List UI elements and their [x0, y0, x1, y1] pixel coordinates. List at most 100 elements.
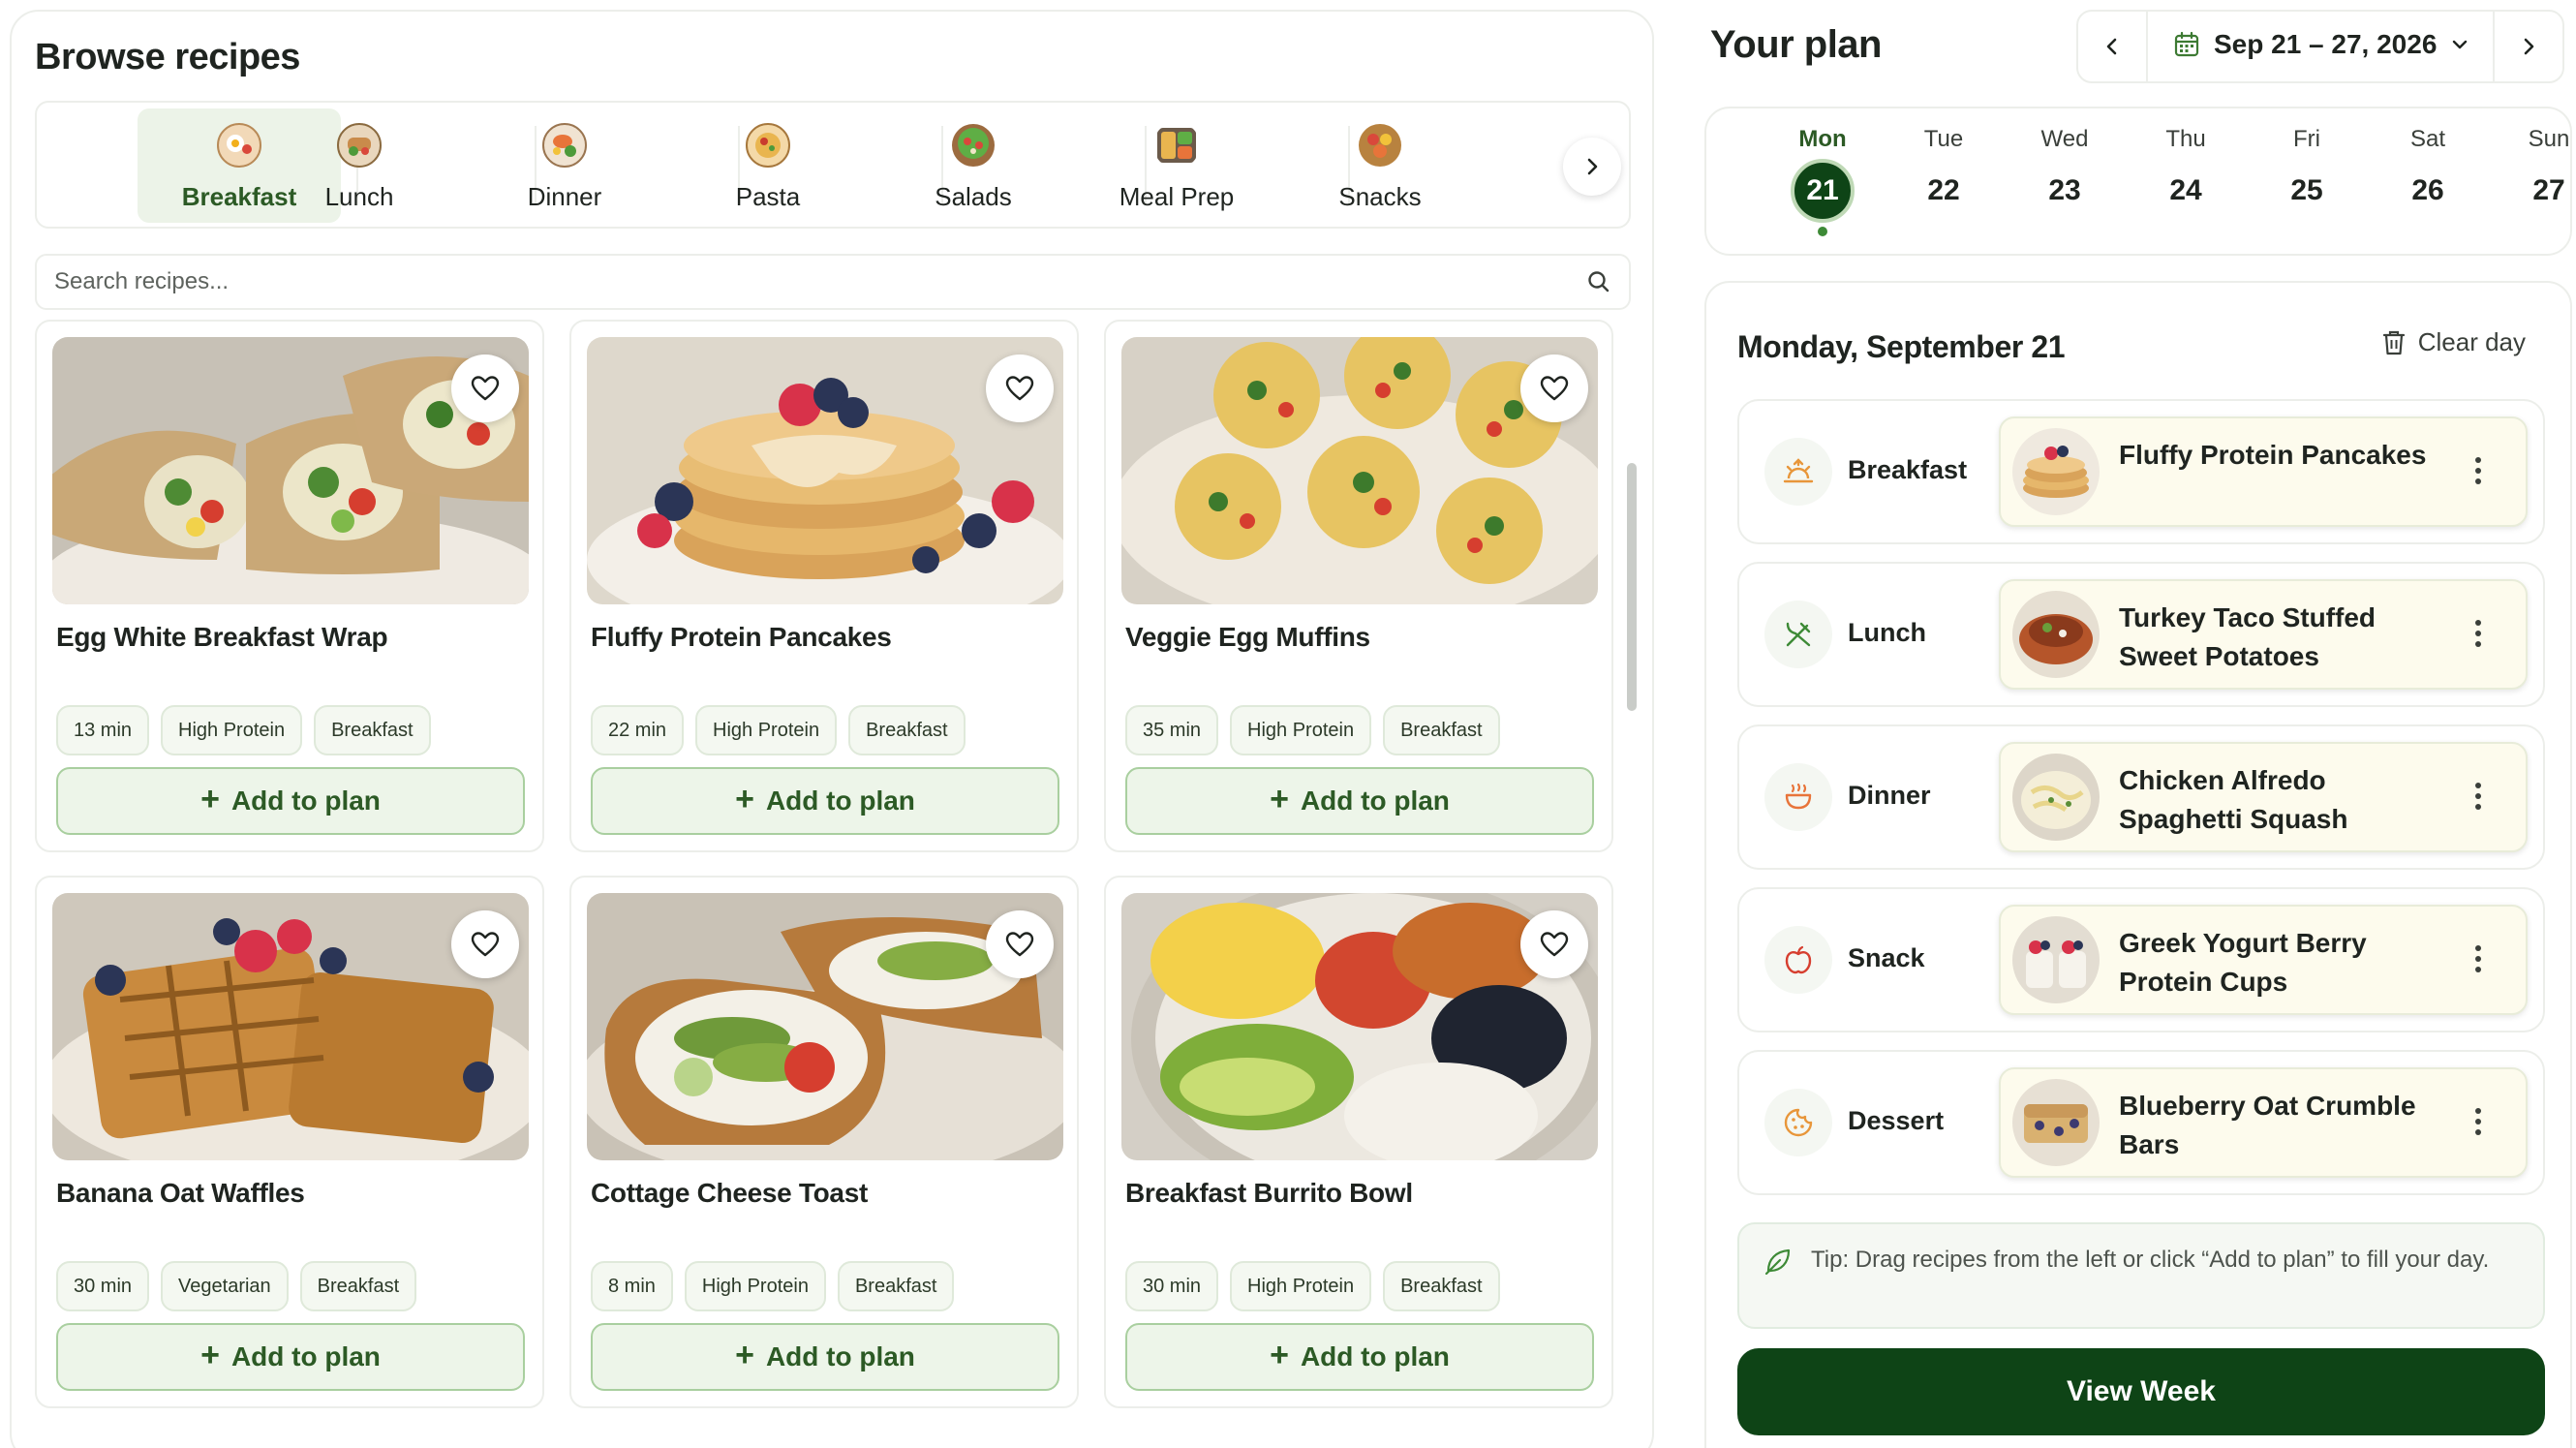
favorite-button[interactable] — [1520, 354, 1588, 422]
meal-slot-snack[interactable]: Snack Greek Yogurt Berry Protein Cups — [1737, 887, 2545, 1032]
add-to-plan-label: Add to plan — [1300, 786, 1450, 816]
heart-icon — [1540, 376, 1569, 401]
recipe-title[interactable]: Breakfast Burrito Bowl — [1125, 1178, 1413, 1209]
planned-recipe-card[interactable]: Blueberry Oat Crumble Bars — [1999, 1067, 2528, 1178]
category-meal-prep[interactable]: Meal Prep — [1075, 108, 1278, 223]
recipe-title[interactable]: Cottage Cheese Toast — [591, 1178, 868, 1209]
recipe-title[interactable]: Egg White Breakfast Wrap — [56, 622, 388, 653]
add-to-plan-button[interactable]: + Add to plan — [1125, 767, 1594, 835]
day-number: 25 — [2290, 174, 2323, 206]
sunrise-icon — [1764, 438, 1832, 506]
diet-tag: High Protein — [1230, 705, 1372, 755]
category-salads[interactable]: Salads — [872, 108, 1075, 223]
apple-icon — [1764, 926, 1832, 994]
salad-bowl-icon — [952, 124, 995, 167]
week-range-dropdown[interactable]: Sep 21 – 27, 2026 — [2173, 29, 2469, 60]
day-thu[interactable]: Thu 24 — [2137, 126, 2234, 223]
recipe-tags: 13 min High Protein Breakfast — [56, 705, 431, 755]
category-dinner[interactable]: Dinner — [463, 108, 666, 223]
recipe-card[interactable]: Veggie Egg Muffins 35 min High Protein B… — [1104, 320, 1613, 852]
time-tag: 35 min — [1125, 705, 1219, 755]
recipe-thumbnail — [2012, 916, 2100, 1003]
plus-icon: + — [200, 781, 220, 817]
plan-title: Your plan — [1710, 23, 1882, 66]
favorite-button[interactable] — [1520, 910, 1588, 978]
day-name: Fri — [2293, 126, 2320, 152]
diet-tag: High Protein — [1230, 1261, 1372, 1311]
recipe-tags: 30 min High Protein Breakfast — [1125, 1261, 1500, 1311]
planned-recipe-name: Blueberry Oat Crumble Bars — [2119, 1091, 2416, 1159]
category-lunch[interactable]: Lunch — [258, 108, 461, 223]
recipe-thumbnail — [2012, 591, 2100, 678]
recipe-card[interactable]: Banana Oat Waffles 30 min Vegetarian Bre… — [35, 876, 544, 1408]
planned-recipe-card[interactable]: Fluffy Protein Pancakes — [1999, 416, 2528, 527]
recipe-thumbnail — [2012, 428, 2100, 515]
heart-icon — [1540, 932, 1569, 957]
day-sat[interactable]: Sat 26 — [2379, 126, 2476, 223]
more-options-icon[interactable] — [2473, 945, 2483, 972]
day-plan-panel: Monday, September 21 Clear day Breakfast… — [1704, 281, 2572, 1448]
pasta-plate-icon — [746, 123, 790, 168]
recipe-title[interactable]: Veggie Egg Muffins — [1125, 622, 1370, 653]
favorite-button[interactable] — [451, 910, 519, 978]
diet-tag: Vegetarian — [161, 1261, 289, 1311]
recipes-scrollbar[interactable] — [1627, 463, 1637, 711]
cookie-icon — [1764, 1089, 1832, 1156]
category-label: Salads — [935, 182, 1012, 211]
more-options-icon[interactable] — [2473, 620, 2483, 647]
meal-slot-dessert[interactable]: Dessert Blueberry Oat Crumble Bars — [1737, 1050, 2545, 1195]
category-tag: Breakfast — [1383, 1261, 1500, 1311]
chevron-right-icon — [1587, 158, 1598, 175]
day-fri[interactable]: Fri 25 — [2258, 126, 2355, 223]
previous-week-button[interactable] — [2078, 12, 2148, 81]
category-snacks[interactable]: Snacks — [1278, 108, 1482, 223]
add-to-plan-button[interactable]: + Add to plan — [591, 1323, 1059, 1391]
more-options-icon[interactable] — [2473, 1108, 2483, 1135]
search-input[interactable] — [54, 256, 1565, 308]
planned-recipe-card[interactable]: Greek Yogurt Berry Protein Cups — [1999, 905, 2528, 1015]
category-pasta[interactable]: Pasta — [666, 108, 870, 223]
search-icon[interactable] — [1586, 269, 1611, 294]
meal-slot-breakfast[interactable]: Breakfast Fluffy Protein Pancakes — [1737, 399, 2545, 544]
planned-recipe-card[interactable]: Chicken Alfredo Spaghetti Squash — [1999, 742, 2528, 852]
meal-slot-dinner[interactable]: Dinner Chicken Alfredo Spaghetti Squash — [1737, 724, 2545, 870]
category-tag: Breakfast — [1383, 705, 1500, 755]
add-to-plan-button[interactable]: + Add to plan — [56, 767, 525, 835]
add-to-plan-button[interactable]: + Add to plan — [591, 767, 1059, 835]
add-to-plan-button[interactable]: + Add to plan — [56, 1323, 525, 1391]
favorite-button[interactable] — [986, 354, 1054, 422]
more-options-icon[interactable] — [2473, 783, 2483, 810]
favorite-button[interactable] — [451, 354, 519, 422]
add-to-plan-button[interactable]: + Add to plan — [1125, 1323, 1594, 1391]
day-wed[interactable]: Wed 23 — [2016, 126, 2113, 223]
clear-day-button[interactable]: Clear day — [2381, 327, 2526, 357]
recipe-title[interactable]: Fluffy Protein Pancakes — [591, 622, 892, 653]
day-name: Wed — [2040, 126, 2089, 152]
more-options-icon[interactable] — [2473, 457, 2483, 484]
day-tue[interactable]: Tue 22 — [1895, 126, 1992, 223]
recipe-card[interactable]: Breakfast Burrito Bowl 30 min High Prote… — [1104, 876, 1613, 1408]
category-next-button[interactable] — [1563, 138, 1621, 196]
planned-indicator-dot — [1818, 227, 1827, 236]
view-week-button[interactable]: View Week — [1737, 1348, 2545, 1435]
browse-title: Browse recipes — [35, 37, 300, 77]
plus-icon: + — [1270, 1337, 1289, 1373]
meal-slot-lunch[interactable]: Lunch Turkey Taco Stuffed Sweet Potatoes — [1737, 562, 2545, 707]
week-picker: Sep 21 – 27, 2026 — [2076, 10, 2564, 83]
dinner-plate-icon — [542, 123, 587, 168]
favorite-button[interactable] — [986, 910, 1054, 978]
recipe-search-box — [35, 254, 1631, 310]
category-tag: Breakfast — [314, 705, 431, 755]
planned-recipe-card[interactable]: Turkey Taco Stuffed Sweet Potatoes — [1999, 579, 2528, 690]
day-mon[interactable]: Mon 21 — [1774, 126, 1871, 236]
week-range-label: Sep 21 – 27, 2026 — [2214, 29, 2438, 59]
time-tag: 13 min — [56, 705, 150, 755]
recipe-card[interactable]: Cottage Cheese Toast 8 min High Protein … — [569, 876, 1079, 1408]
recipe-tags: 8 min High Protein Breakfast — [591, 1261, 955, 1311]
day-sun[interactable]: Sun 27 — [2500, 126, 2576, 223]
week-days-strip: Mon 21 Tue 22 Wed 23 Thu 24 Fri 25 Sat 2… — [1704, 107, 2572, 256]
recipe-title[interactable]: Banana Oat Waffles — [56, 1178, 305, 1209]
recipe-card[interactable]: Egg White Breakfast Wrap 13 min High Pro… — [35, 320, 544, 852]
recipe-card[interactable]: Fluffy Protein Pancakes 22 min High Prot… — [569, 320, 1079, 852]
next-week-button[interactable] — [2493, 12, 2562, 81]
